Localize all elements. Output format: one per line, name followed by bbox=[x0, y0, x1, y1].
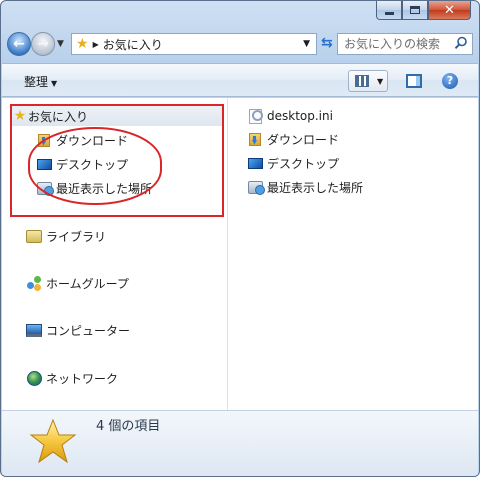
explorer-window: ✕ ← → ▼ ★ ▶ お気に入り ▼ ⇆ 整理▼ ▼ ? bbox=[0, 0, 480, 477]
organize-label: 整理 bbox=[24, 75, 49, 89]
library-icon bbox=[26, 228, 42, 244]
details-pane: 4 個の項目 bbox=[2, 410, 478, 476]
ini-file-icon bbox=[247, 108, 263, 124]
search-box[interactable] bbox=[337, 33, 473, 55]
list-item[interactable]: ダウンロード bbox=[247, 129, 339, 149]
maximize-icon bbox=[410, 6, 420, 14]
nav-item-desktop[interactable]: デスクトップ bbox=[36, 154, 128, 174]
content-area: ★ お気に入り ダウンロード デスクトップ 最近表示した場所 ライブラリ ホーム… bbox=[2, 98, 478, 410]
forward-arrow-icon: → bbox=[37, 36, 49, 52]
file-list-pane: desktop.ini ダウンロード デスクトップ 最近表示した場所 bbox=[229, 98, 478, 410]
view-icon bbox=[355, 75, 369, 87]
back-button[interactable]: ← bbox=[7, 32, 31, 56]
change-view-button[interactable]: ▼ bbox=[348, 70, 388, 92]
nav-item-recent-places[interactable]: 最近表示した場所 bbox=[36, 178, 152, 198]
computer-icon bbox=[26, 322, 42, 338]
refresh-icon: ⇆ bbox=[321, 35, 333, 51]
preview-pane-button[interactable] bbox=[406, 74, 422, 88]
help-button[interactable]: ? bbox=[442, 73, 458, 89]
download-folder-icon bbox=[247, 131, 263, 147]
chevron-down-icon: ▼ bbox=[51, 79, 58, 88]
minimize-icon bbox=[384, 11, 394, 15]
nav-item-label: 最近表示した場所 bbox=[56, 181, 153, 196]
list-item[interactable]: 最近表示した場所 bbox=[247, 177, 363, 197]
nav-libraries[interactable]: ライブラリ bbox=[26, 226, 106, 246]
back-arrow-icon: ← bbox=[13, 36, 25, 52]
breadcrumb-chevron-icon[interactable]: ▶ bbox=[93, 40, 99, 49]
recent-places-icon bbox=[247, 179, 265, 195]
nav-favorites-label: お気に入り bbox=[28, 109, 89, 124]
item-count: 4 個の項目 bbox=[96, 419, 161, 434]
command-bar: 整理 ▼ ▼ ? bbox=[2, 63, 478, 97]
nav-item-label: デスクトップ bbox=[56, 157, 129, 172]
address-bar[interactable]: ★ ▶ お気に入り ▼ bbox=[71, 33, 317, 55]
nav-computer[interactable]: コンピューター bbox=[26, 320, 130, 340]
homegroup-icon bbox=[26, 275, 42, 291]
desktop-icon bbox=[247, 155, 263, 171]
nav-network[interactable]: ネットワーク bbox=[26, 368, 118, 388]
refresh-button[interactable]: ⇆ bbox=[321, 35, 333, 51]
navigation-pane: ★ お気に入り ダウンロード デスクトップ 最近表示した場所 ライブラリ ホーム… bbox=[2, 98, 228, 410]
favorites-star-icon: ★ bbox=[76, 36, 89, 52]
nav-homegroup-label: ホームグループ bbox=[46, 276, 129, 291]
forward-button[interactable]: → bbox=[31, 32, 55, 56]
nav-libraries-label: ライブラリ bbox=[46, 229, 107, 244]
nav-computer-label: コンピューター bbox=[46, 323, 131, 338]
caption-buttons: ✕ bbox=[376, 1, 471, 21]
list-item-label: ダウンロード bbox=[267, 132, 340, 147]
list-item-label: デスクトップ bbox=[267, 156, 340, 171]
favorites-star-icon bbox=[29, 418, 77, 464]
help-icon: ? bbox=[446, 74, 454, 87]
list-item-label: desktop.ini bbox=[267, 109, 333, 123]
download-folder-icon bbox=[36, 132, 52, 148]
recent-places-icon bbox=[36, 180, 54, 196]
close-button[interactable]: ✕ bbox=[428, 1, 471, 20]
list-item[interactable]: デスクトップ bbox=[247, 153, 339, 173]
address-history-dropdown[interactable]: ▼ bbox=[303, 39, 310, 49]
nav-network-label: ネットワーク bbox=[46, 371, 119, 386]
nav-homegroup[interactable]: ホームグループ bbox=[26, 273, 129, 293]
organize-button[interactable]: 整理 ▼ bbox=[24, 73, 57, 90]
recent-pages-dropdown[interactable]: ▼ bbox=[57, 39, 64, 49]
close-icon: ✕ bbox=[444, 2, 455, 18]
network-icon bbox=[26, 370, 42, 386]
nav-favorites[interactable]: ★ お気に入り bbox=[10, 106, 224, 126]
nav-item-downloads[interactable]: ダウンロード bbox=[36, 130, 128, 150]
navigation-row: ← → ▼ ★ ▶ お気に入り ▼ ⇆ bbox=[7, 31, 473, 57]
list-item-label: 最近表示した場所 bbox=[267, 180, 364, 195]
nav-item-label: ダウンロード bbox=[56, 133, 129, 148]
chevron-down-icon[interactable]: ▼ bbox=[377, 77, 383, 86]
maximize-button[interactable] bbox=[402, 1, 428, 20]
search-input[interactable] bbox=[344, 37, 454, 51]
list-item[interactable]: desktop.ini bbox=[247, 106, 333, 126]
breadcrumb-favorites[interactable]: お気に入り bbox=[103, 36, 163, 53]
desktop-icon bbox=[36, 156, 52, 172]
minimize-button[interactable] bbox=[376, 1, 402, 20]
search-icon[interactable] bbox=[454, 36, 468, 50]
favorites-star-icon: ★ bbox=[13, 108, 27, 124]
